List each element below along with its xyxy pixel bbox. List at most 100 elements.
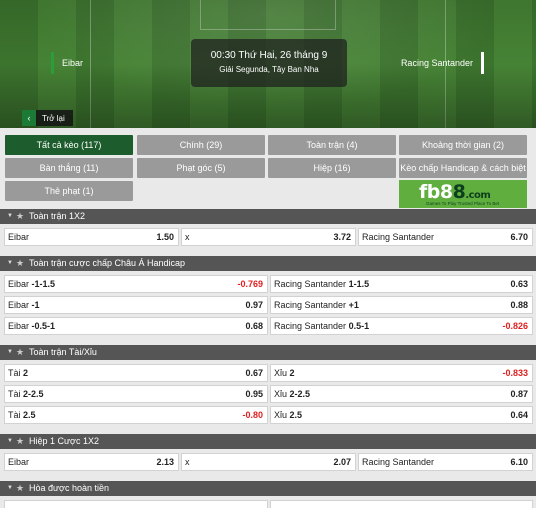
odds-cell[interactable]: Xỉu 2.5 0.64 [270, 406, 533, 424]
market-header[interactable]: ▼ ★ Toàn trận Tài/Xỉu [0, 345, 536, 360]
odds-cell[interactable]: Eibar 2.13 [4, 453, 179, 471]
total-label: Xỉu [274, 410, 288, 420]
market-title: Toàn trận cược chấp Châu Á Handicap [29, 258, 186, 268]
odds-value: 0.88 [510, 300, 528, 310]
star-icon[interactable]: ★ [16, 345, 24, 360]
odds-value: 0.95 [245, 389, 263, 399]
odds-value: 6.70 [510, 232, 528, 242]
back-button[interactable]: ‹ Trở lại [22, 110, 73, 126]
filter-main[interactable]: Chính (29) [137, 135, 265, 155]
fb88-logo: fb88.com [419, 181, 491, 203]
odds-cell-partial[interactable] [4, 500, 268, 508]
odds-cell[interactable]: Xỉu 2 -0.833 [270, 364, 533, 382]
selection-name: x [185, 232, 190, 242]
filter-cards[interactable]: Thẻ phạt (1) [5, 181, 133, 201]
odds-value: 0.64 [510, 410, 528, 420]
odds-value: 0.87 [510, 389, 528, 399]
odds-value: 0.97 [245, 300, 263, 310]
handicap-line: 1-1.5 [348, 279, 370, 289]
filter-handicap-margin[interactable]: Kèo chấp Handicap & cách biệt (3) [399, 158, 527, 193]
match-hero: Eibar Racing Santander 00:30 Thứ Hai, 26… [0, 0, 536, 128]
team-label: Eibar [8, 300, 30, 310]
odds-value: -0.80 [242, 410, 263, 420]
odds-cell[interactable]: Eibar -0.5-1 0.68 [4, 317, 268, 335]
selection-name: Racing Santander [362, 457, 435, 467]
back-label: Trở lại [42, 113, 65, 123]
filter-corners[interactable]: Phạt góc (5) [137, 158, 265, 178]
selection-name: Eibar -1 [8, 297, 40, 313]
selection-name: x [185, 457, 190, 467]
selection-name: Eibar [8, 457, 30, 467]
odds-value: 6.10 [510, 457, 528, 467]
odds-cell[interactable]: Racing Santander 6.70 [358, 228, 533, 246]
odds-value: 2.07 [333, 457, 351, 467]
market-header[interactable]: ▼ ★ Toàn trận 1X2 [0, 209, 536, 224]
star-icon[interactable]: ★ [16, 256, 24, 271]
match-datetime: 00:30 Thứ Hai, 26 tháng 9 [210, 50, 328, 61]
total-label: Xỉu [274, 389, 288, 399]
total-line: 2-2.5 [289, 389, 311, 399]
star-icon[interactable]: ★ [16, 209, 24, 224]
total-line: 2-2.5 [23, 389, 44, 399]
odds-value: 2.13 [156, 457, 174, 467]
market-title: Hiệp 1 Cược 1X2 [29, 436, 99, 446]
total-label: Xỉu [274, 368, 288, 378]
odds-cell[interactable]: Racing Santander 6.10 [358, 453, 533, 471]
market-header[interactable]: ▼ ★ Hòa được hoàn tiền [0, 481, 536, 496]
total-label: Tài [8, 410, 21, 420]
ad-brand-tld: .com [465, 190, 491, 201]
odds-value: 1.50 [156, 232, 174, 242]
total-line: 2 [289, 368, 295, 378]
filter-time-period[interactable]: Khoảng thời gian (2) [399, 135, 527, 155]
team-label: Eibar [8, 279, 30, 289]
odds-cell[interactable]: x 3.72 [181, 228, 356, 246]
total-line: 2.5 [289, 410, 303, 420]
match-info-box: 00:30 Thứ Hai, 26 tháng 9 Giải Segunda, … [191, 39, 347, 87]
odds-value: 0.67 [245, 368, 263, 378]
odds-value: -0.826 [502, 321, 528, 331]
filter-full-match[interactable]: Toàn trận (4) [268, 135, 396, 155]
odds-value: -0.769 [237, 279, 263, 289]
star-icon[interactable]: ★ [16, 481, 24, 496]
odds-cell[interactable]: Racing Santander 1-1.5 0.63 [270, 275, 533, 293]
odds-cell[interactable]: Eibar -1 0.97 [4, 296, 268, 314]
filter-all-markets[interactable]: Tất cả kèo (117) [5, 135, 133, 155]
odds-cell[interactable]: Eibar -1-1.5 -0.769 [4, 275, 268, 293]
market-title: Toàn trận Tài/Xỉu [29, 347, 97, 357]
market-header[interactable]: ▼ ★ Toàn trận cược chấp Châu Á Handicap [0, 256, 536, 271]
selection-name: Eibar -0.5-1 [8, 318, 55, 334]
home-team-name: Eibar [51, 52, 83, 74]
odds-cell[interactable]: Eibar 1.50 [4, 228, 179, 246]
odds-cell[interactable]: Xỉu 2-2.5 0.87 [270, 385, 533, 403]
odds-cell[interactable]: Tài 2.5 -0.80 [4, 406, 268, 424]
selection-name: Eibar [8, 232, 30, 242]
selection-name: Tài 2 [8, 365, 28, 381]
market-title: Hòa được hoàn tiền [29, 483, 109, 493]
fb88-ad-banner[interactable]: fb88.com Games To Play Trusted Place To … [399, 180, 527, 208]
selection-name: Tài 2.5 [8, 407, 36, 423]
selection-name: Racing Santander +1 [274, 297, 359, 313]
match-league: Giải Segunda, Tây Ban Nha [219, 65, 319, 74]
handicap-line: +1 [348, 300, 359, 310]
collapse-triangle-icon: ▼ [7, 438, 13, 444]
odds-cell[interactable]: Tài 2 0.67 [4, 364, 268, 382]
team-label: Racing Santander [274, 279, 347, 289]
star-icon[interactable]: ★ [16, 434, 24, 449]
away-team-name: Racing Santander [401, 52, 484, 74]
odds-cell[interactable]: x 2.07 [181, 453, 356, 471]
total-line: 2.5 [23, 410, 36, 420]
selection-name: Racing Santander 0.5-1 [274, 318, 369, 334]
odds-cell-partial[interactable] [270, 500, 533, 508]
collapse-triangle-icon: ▼ [7, 485, 13, 491]
selection-name: Tài 2-2.5 [8, 386, 44, 402]
selection-name: Racing Santander 1-1.5 [274, 276, 369, 292]
collapse-triangle-icon: ▼ [7, 349, 13, 355]
odds-cell[interactable]: Racing Santander 0.5-1 -0.826 [270, 317, 533, 335]
chevron-left-icon: ‹ [22, 110, 36, 126]
selection-name: Xỉu 2-2.5 [274, 386, 310, 402]
filter-halves[interactable]: Hiệp (16) [268, 158, 396, 178]
odds-cell[interactable]: Tài 2-2.5 0.95 [4, 385, 268, 403]
odds-cell[interactable]: Racing Santander +1 0.88 [270, 296, 533, 314]
market-header[interactable]: ▼ ★ Hiệp 1 Cược 1X2 [0, 434, 536, 449]
filter-goals[interactable]: Bàn thắng (11) [5, 158, 133, 178]
